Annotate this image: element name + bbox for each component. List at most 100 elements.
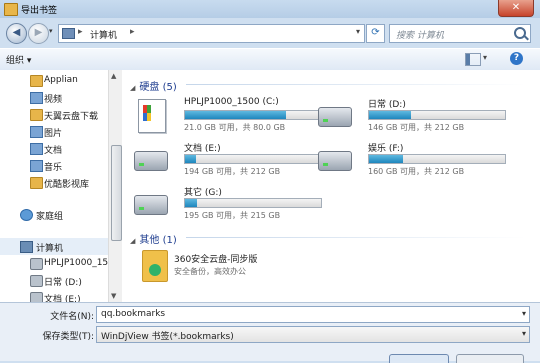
drive-name: 其它 (G:) xyxy=(184,188,222,198)
sidebar-item-label: 优酷影视库 xyxy=(44,180,90,190)
sidebar-item-homegroup[interactable]: 家庭组 xyxy=(0,206,108,223)
forward-button[interactable]: ▶ xyxy=(28,23,49,44)
cloud-sync-item[interactable]: 360安全云盘-同步版 安全备份，高效办公 xyxy=(142,250,362,286)
hdd-group-header[interactable]: ◢ 硬盘 (5) xyxy=(130,78,177,93)
navigation-bar: ◀ ▶ ▾ ▸ 计算机 ▸ ▾ ⟳ 搜索 计算机 xyxy=(0,18,540,48)
recent-pages-icon[interactable]: ▾ xyxy=(49,27,53,35)
filename-input[interactable]: qq.bookmarks ▾ xyxy=(96,306,530,323)
command-toolbar: 组织 ▾ ▾ ? xyxy=(0,48,540,71)
drive-c[interactable]: HPLJP1000_1500 (C:) 21.0 GB 可用，共 80.0 GB xyxy=(132,97,322,141)
address-bar[interactable]: ▸ 计算机 ▸ ▾ xyxy=(58,24,365,43)
sidebar-item-label: 日常 (D:) xyxy=(44,278,82,288)
drive-icon xyxy=(318,107,352,127)
drive-usage-fill xyxy=(185,111,286,119)
sidebar-item-drive-c[interactable]: HPLJP1000_150 xyxy=(0,255,108,272)
sidebar-item-music[interactable]: 音乐 xyxy=(0,157,108,174)
drive-space-info: 21.0 GB 可用，共 80.0 GB xyxy=(184,123,286,132)
chevron-down-icon[interactable]: ▾ xyxy=(356,27,360,36)
homegroup-icon xyxy=(20,209,33,221)
sidebar-item-computer[interactable]: 计算机 xyxy=(0,238,108,255)
scroll-up-icon[interactable]: ▲ xyxy=(111,72,116,80)
drive-icon xyxy=(134,151,168,171)
drive-usage-bar xyxy=(184,154,322,164)
sidebar-item-videos[interactable]: 视频 xyxy=(0,89,108,106)
drive-usage-bar xyxy=(184,110,322,120)
computer-icon xyxy=(62,28,75,39)
expand-triangle-icon[interactable]: ◢ xyxy=(130,84,135,92)
cloud-sync-name: 360安全云盘-同步版 xyxy=(174,255,258,265)
filename-label: 文件名(N): xyxy=(50,312,94,322)
drive-icon xyxy=(318,151,352,171)
sidebar-item-label: Applian xyxy=(44,75,78,85)
drive-g[interactable]: 其它 (G:) 195 GB 可用，共 215 GB xyxy=(132,185,322,229)
drive-name: HPLJP1000_1500 (C:) xyxy=(184,97,279,107)
search-input[interactable]: 搜索 计算机 xyxy=(389,24,531,43)
content-pane: ◢ 硬盘 (5) HPLJP1000_1500 (C:) 21.0 GB 可用，共… xyxy=(122,70,540,302)
sidebar-item-label: 图片 xyxy=(44,129,63,139)
drive-space-info: 194 GB 可用，共 212 GB xyxy=(184,167,281,176)
divider xyxy=(186,84,526,85)
system-drive-icon xyxy=(138,99,166,133)
sidebar-scrollbar[interactable]: ▲ ▼ xyxy=(108,70,122,302)
sidebar-item-drive-e[interactable]: 文档 (E:) xyxy=(0,289,108,302)
sidebar-item-documents[interactable]: 文档 xyxy=(0,140,108,157)
drive-d[interactable]: 日常 (D:) 146 GB 可用，共 212 GB xyxy=(316,97,506,141)
filetype-select[interactable]: WinDjView 书签(*.bookmarks) ▾ xyxy=(96,326,530,343)
video-library-icon xyxy=(30,92,43,104)
drive-icon xyxy=(134,195,168,215)
sidebar-item-label: 文档 (E:) xyxy=(44,295,81,302)
filetype-value: WinDjView 书签(*.bookmarks) xyxy=(101,332,234,342)
scroll-down-icon[interactable]: ▼ xyxy=(111,292,116,300)
other-group-title: 其他 (1) xyxy=(139,235,177,246)
sidebar-item-applian[interactable]: Applian xyxy=(0,72,108,89)
folder-icon xyxy=(30,75,43,87)
drive-f[interactable]: 娱乐 (F:) 160 GB 可用，共 212 GB xyxy=(316,141,506,185)
close-button[interactable]: ✕ xyxy=(498,0,534,17)
chevron-down-icon[interactable]: ▾ xyxy=(522,309,526,318)
drive-icon xyxy=(30,292,43,302)
chevron-down-icon[interactable]: ▾ xyxy=(522,329,526,338)
address-path[interactable]: 计算机 xyxy=(90,28,117,41)
pictures-library-icon xyxy=(30,126,43,138)
sidebar-item-label: 音乐 xyxy=(44,163,63,173)
sidebar-item-drive-d[interactable]: 日常 (D:) xyxy=(0,272,108,289)
computer-icon xyxy=(20,241,33,253)
save-button[interactable] xyxy=(389,354,449,363)
sidebar-item-pictures[interactable]: 图片 xyxy=(0,123,108,140)
drive-space-info: 146 GB 可用，共 212 GB xyxy=(368,123,465,132)
filename-value: qq.bookmarks xyxy=(101,309,166,319)
sidebar-item-label: 视频 xyxy=(44,95,63,105)
bookmark-app-icon xyxy=(4,3,18,16)
refresh-button[interactable]: ⟳ xyxy=(366,24,385,43)
cancel-button[interactable] xyxy=(456,354,524,363)
chevron-down-icon[interactable]: ▾ xyxy=(483,53,487,62)
chevron-right-icon[interactable]: ▸ xyxy=(78,27,83,37)
drive-name: 日常 (D:) xyxy=(368,100,406,110)
organize-button[interactable]: 组织 ▾ xyxy=(6,53,31,66)
help-icon[interactable]: ? xyxy=(510,52,523,65)
sidebar-item-tianyi-downloads[interactable]: 天翼云盘下载 xyxy=(0,106,108,123)
drive-usage-fill xyxy=(185,155,196,163)
scrollbar-thumb[interactable] xyxy=(111,145,122,241)
sidebar-item-label: HPLJP1000_150 xyxy=(44,258,109,268)
navigation-pane[interactable]: Applian 视频 天翼云盘下载 图片 文档 音乐 优酷影视库 家庭组 计算机… xyxy=(0,70,109,302)
folder-icon xyxy=(30,177,43,189)
drive-usage-bar xyxy=(184,198,322,208)
cloud-folder-icon xyxy=(142,250,168,282)
save-options-panel: 文件名(N): qq.bookmarks ▾ 保存类型(T): WinDjVie… xyxy=(0,302,540,363)
expand-triangle-icon[interactable]: ◢ xyxy=(130,237,135,245)
drive-e[interactable]: 文档 (E:) 194 GB 可用，共 212 GB xyxy=(132,141,322,185)
sidebar-item-youku-library[interactable]: 优酷影视库 xyxy=(0,174,108,191)
drive-usage-bar xyxy=(368,154,506,164)
view-options-icon[interactable] xyxy=(465,53,481,66)
back-button[interactable]: ◀ xyxy=(6,23,27,44)
drive-usage-fill xyxy=(369,155,403,163)
music-library-icon xyxy=(30,160,43,172)
folder-icon xyxy=(30,109,43,121)
drive-space-info: 160 GB 可用，共 212 GB xyxy=(368,167,465,176)
other-group-header[interactable]: ◢ 其他 (1) xyxy=(130,231,177,246)
title-bar: 导出书签 ✕ xyxy=(0,0,540,18)
drive-name: 文档 (E:) xyxy=(184,144,221,154)
chevron-right-icon[interactable]: ▸ xyxy=(130,27,135,37)
drive-usage-bar xyxy=(368,110,506,120)
